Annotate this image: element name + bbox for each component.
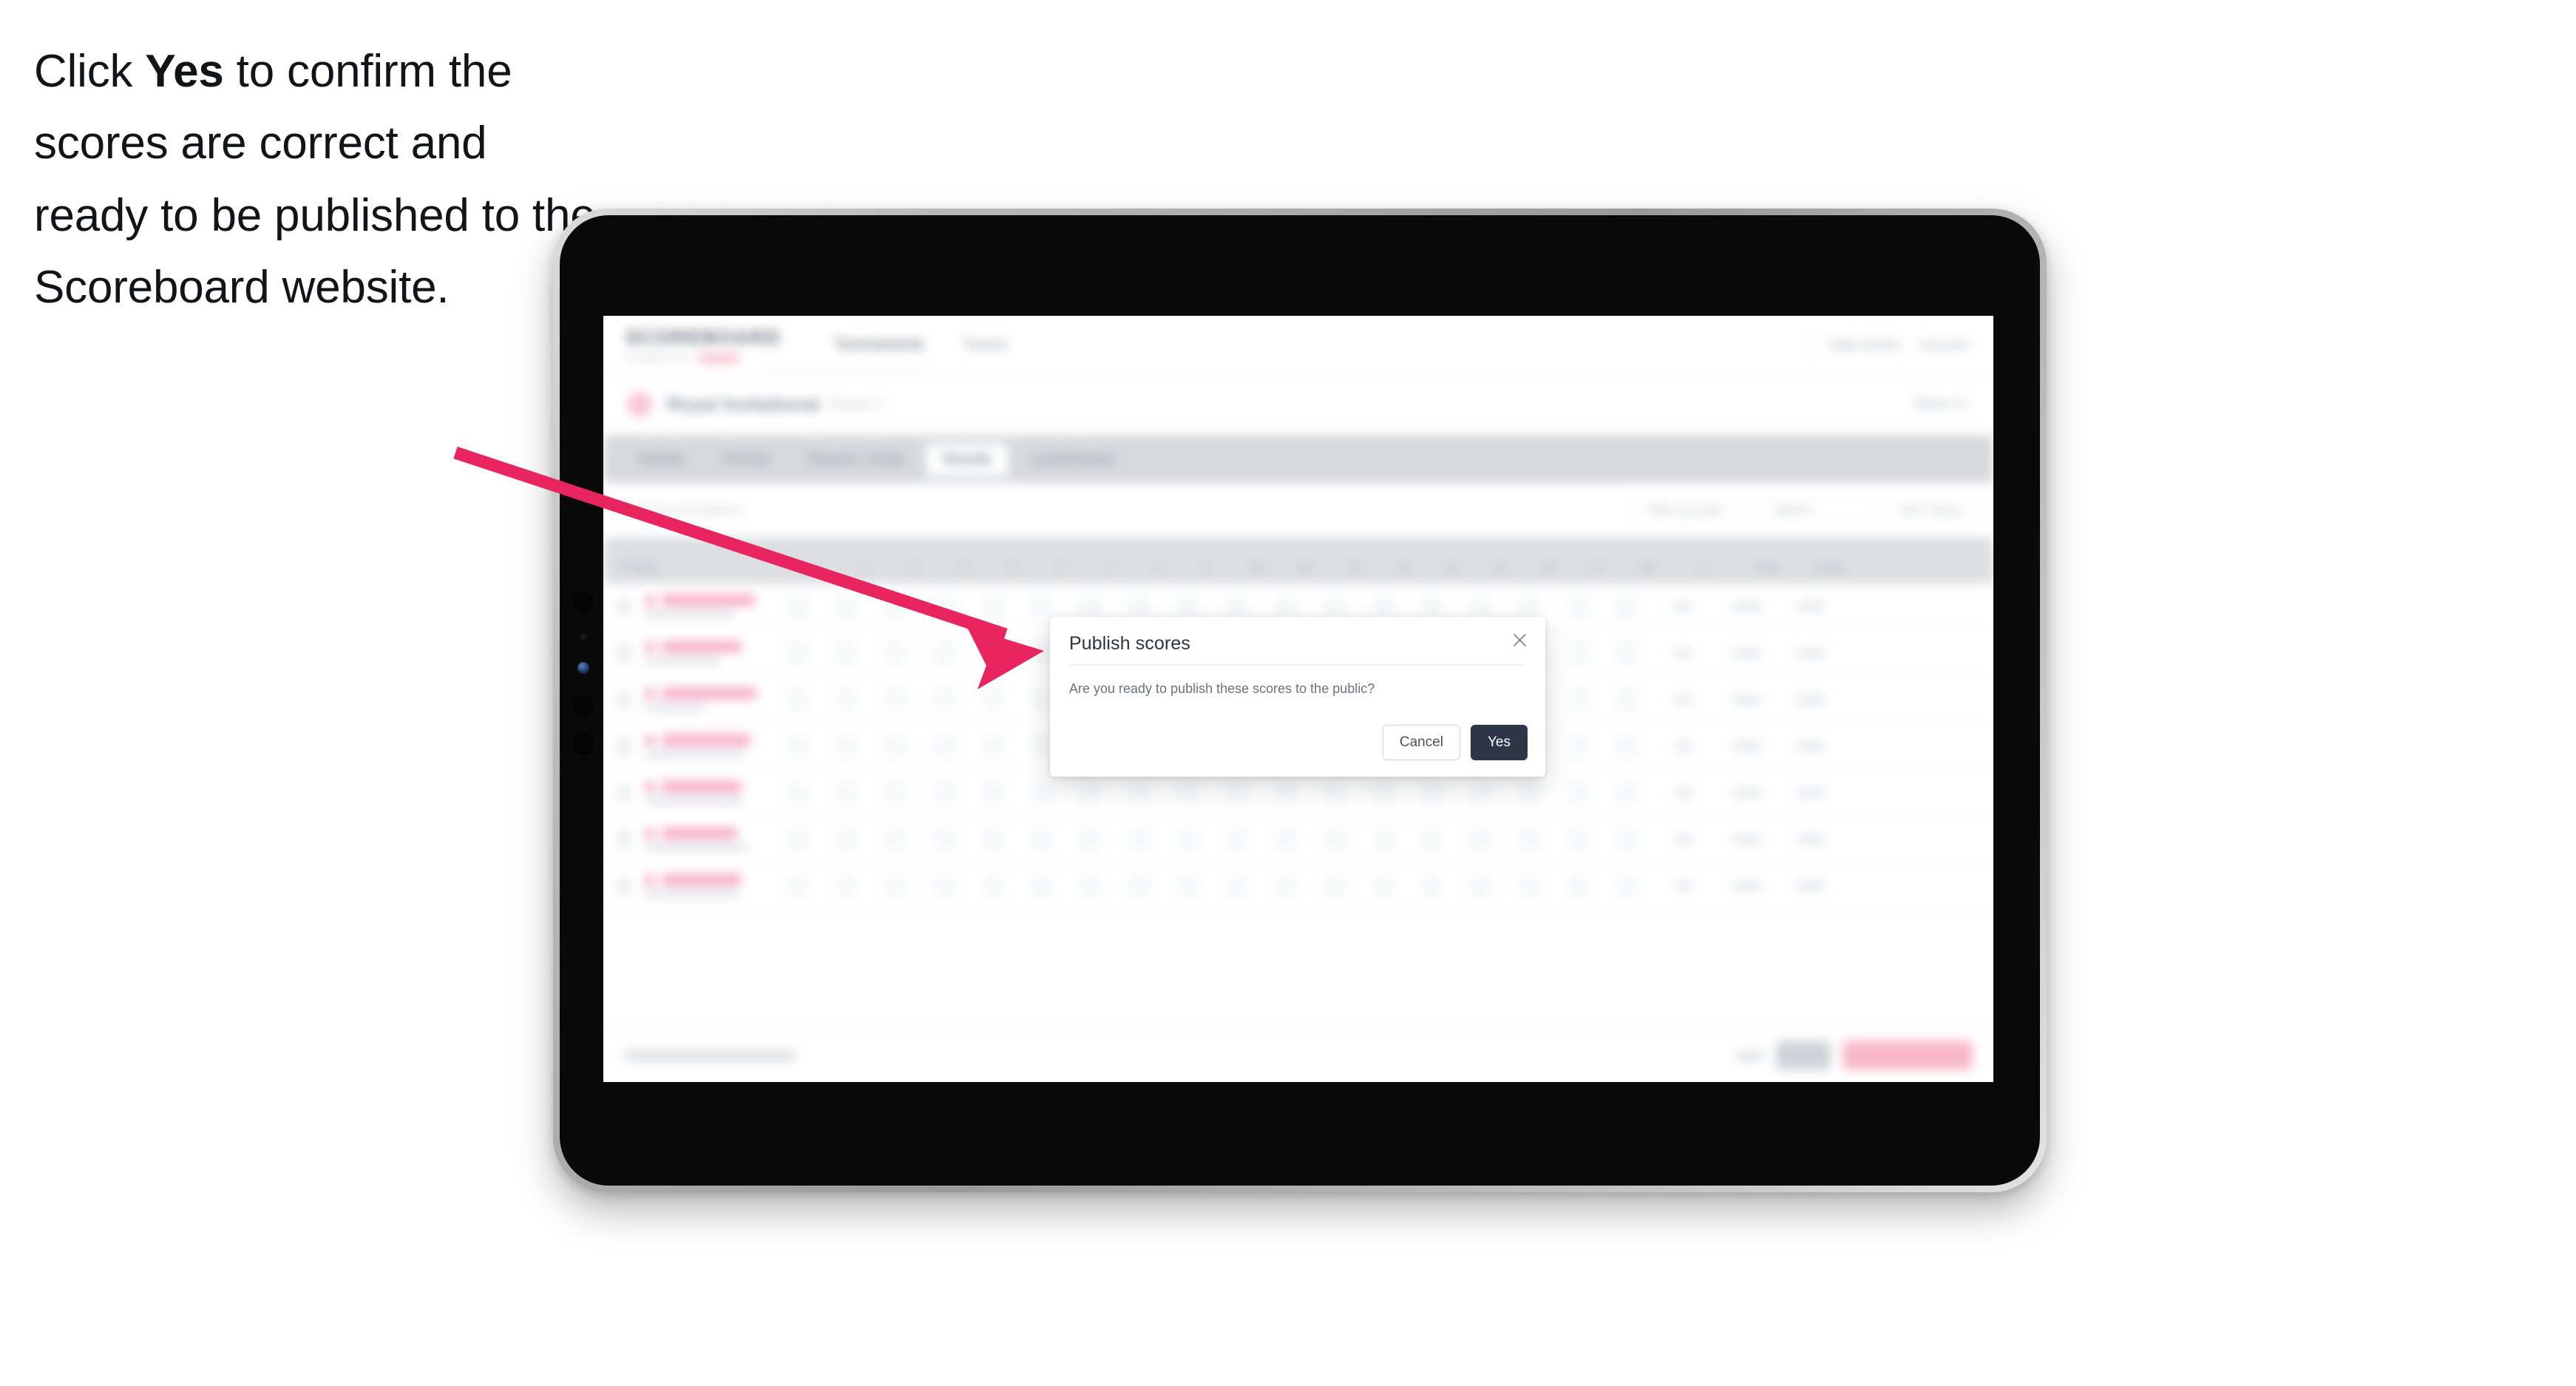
dialog-header-divider — [1069, 664, 1526, 665]
front-camera-icon — [577, 662, 589, 674]
publish-scores-dialog: Publish scores Are you ready to publish … — [1050, 617, 1545, 777]
dialog-message: Are you ready to publish these scores to… — [1069, 681, 1375, 696]
camera-lens-icon — [573, 591, 594, 613]
cancel-button[interactable]: Cancel — [1382, 725, 1460, 760]
dialog-header: Publish scores — [1050, 617, 1545, 665]
sensor-lens-secondary-icon — [573, 733, 594, 755]
close-icon[interactable] — [1507, 627, 1532, 652]
dialog-actions: Cancel Yes — [1382, 725, 1528, 760]
tablet-device: SCOREBOARD POWERED BY Tournaments Teams … — [553, 209, 2047, 1192]
microphone-pinhole-icon — [580, 634, 586, 640]
dialog-title: Publish scores — [1069, 633, 1190, 654]
yes-button[interactable]: Yes — [1471, 725, 1528, 760]
instruction-text-before: Click — [34, 46, 146, 97]
tablet-screen: SCOREBOARD POWERED BY Tournaments Teams … — [603, 316, 1993, 1082]
modal-overlay: Publish scores Are you ready to publish … — [603, 316, 1993, 1082]
instruction-caption: Click Yes to confirm the scores are corr… — [34, 36, 596, 323]
sensor-lens-icon — [573, 694, 594, 717]
tablet-bezel: SCOREBOARD POWERED BY Tournaments Teams … — [560, 215, 2040, 1186]
instruction-keyword: Yes — [145, 46, 224, 97]
